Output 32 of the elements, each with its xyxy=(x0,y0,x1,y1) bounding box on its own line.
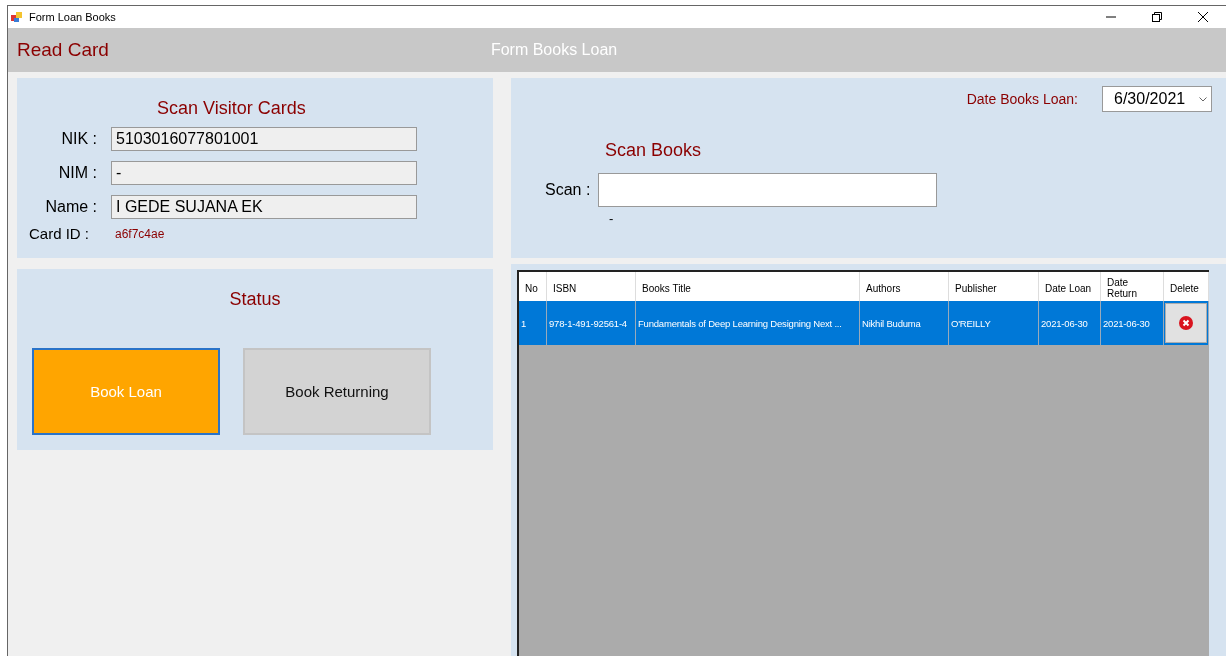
table-cell: Fundamentals of Deep Learning Designing Next ... xyxy=(636,301,860,345)
table-cell: O'REILLY xyxy=(949,301,1039,345)
field-label: Name : xyxy=(44,198,97,216)
field-label: Card ID : xyxy=(28,225,89,242)
delete-button[interactable] xyxy=(1165,303,1207,343)
close-icon[interactable] xyxy=(1198,12,1208,22)
field-label: NIK : xyxy=(60,130,97,148)
chevron-down-icon xyxy=(1199,96,1207,102)
table-cell: 1 xyxy=(519,301,547,345)
panel-title: Scan Books xyxy=(605,140,703,161)
panel-title: Scan Visitor Cards xyxy=(157,98,307,119)
input-field[interactable]: 5103016077801001 xyxy=(111,127,417,151)
field-label: NIM : xyxy=(57,164,97,182)
section-title: Read Card xyxy=(17,39,109,61)
input-field[interactable]: - xyxy=(111,161,417,185)
table-cell: 978-1-491-92561-4 xyxy=(547,301,636,345)
app-icon xyxy=(11,11,23,23)
input-field[interactable]: I GEDE SUJANA EK xyxy=(111,195,417,219)
date-picker[interactable]: 6/30/2021 xyxy=(1102,86,1212,112)
table-cell: 2021-06-30 xyxy=(1101,301,1164,345)
table-cell: 2021-06-30 xyxy=(1039,301,1101,345)
panel-title: Status xyxy=(228,289,282,310)
delete-icon xyxy=(1179,316,1193,330)
card-id-value: a6f7c4ae xyxy=(115,226,165,241)
restore-icon[interactable] xyxy=(1152,12,1162,22)
status-button[interactable]: Book Returning xyxy=(243,348,431,435)
scan-result-text: - xyxy=(609,211,615,226)
scan-field[interactable] xyxy=(598,173,938,207)
date-label: Date Books Loan: xyxy=(966,91,1078,107)
window-title: Form Loan Books xyxy=(29,11,116,23)
table-cell: Nikhil Buduma xyxy=(860,301,949,345)
field-label: Scan : xyxy=(545,181,591,199)
